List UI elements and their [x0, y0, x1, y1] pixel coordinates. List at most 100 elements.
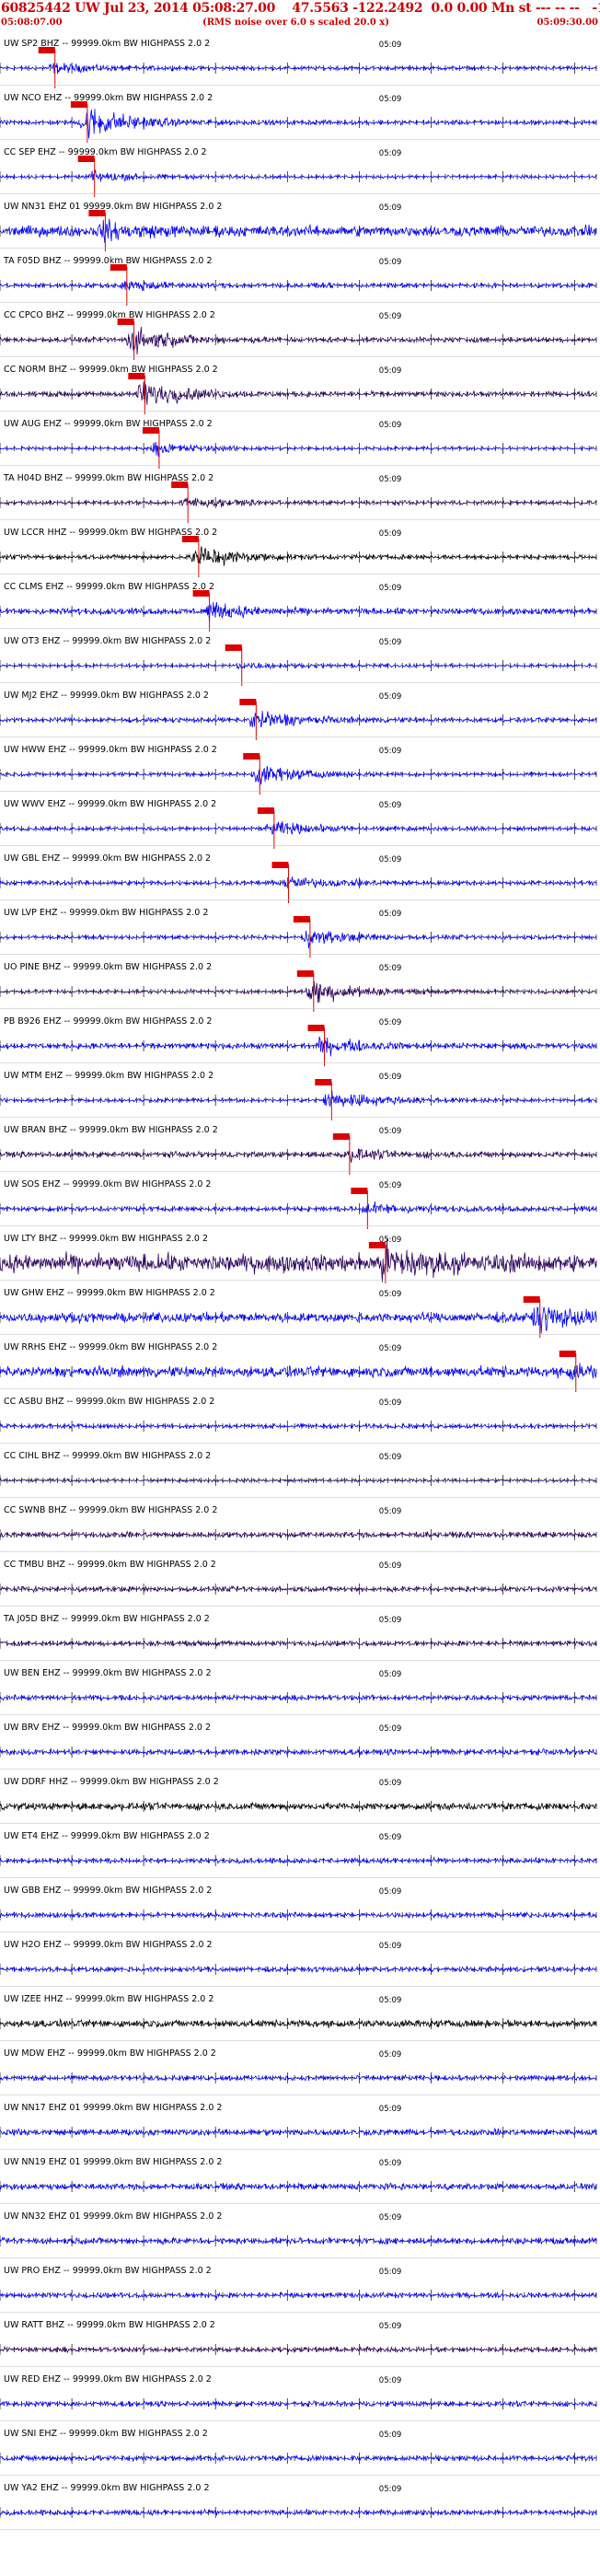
trace-label: CC SEP EHZ -- 99999.0km BW HIGHPASS 2.0 …: [4, 147, 207, 157]
trace-row: UW LTY BHZ -- 99999.0km BW HIGHPASS 2.0 …: [0, 1234, 600, 1283]
minute-label: 05:09: [379, 747, 402, 756]
trace-label: UW DDRF HHZ -- 99999.0km BW HIGHPASS 2.0…: [4, 1777, 219, 1787]
trace-row: TA F05D BHZ -- 99999.0km BW HIGHPASS 2.0…: [0, 256, 600, 306]
trace-row: UW NN31 EHZ 01 99999.0km BW HIGHPASS 2.0…: [0, 202, 600, 251]
waveform: [0, 1201, 597, 1214]
waveform: [0, 281, 597, 292]
waveform: [0, 2236, 597, 2246]
minute-label: 05:09: [379, 1833, 402, 1842]
pick-marker: [257, 807, 274, 814]
waveform: [0, 1036, 597, 1057]
minute-label: 05:09: [379, 801, 402, 810]
minute-label: 05:09: [379, 855, 402, 864]
trace-row: CC SEP EHZ -- 99999.0km BW HIGHPASS 2.0 …: [0, 147, 600, 197]
trace-row: CC ASBU BHZ -- 99999.0km BW HIGHPASS 2.0…: [0, 1397, 600, 1444]
trace-label: CC NORM BHZ -- 99999.0km BW HIGHPASS 2.0…: [4, 365, 218, 375]
minute-label: 05:09: [379, 1290, 402, 1299]
pick-marker: [225, 644, 242, 651]
trace-label: UW LVP EHZ -- 99999.0km BW HIGHPASS 2.0 …: [4, 908, 208, 918]
trace-row: UW BEN EHZ -- 99999.0km BW HIGHPASS 2.0 …: [0, 1668, 600, 1715]
trace-row: UW BRV EHZ -- 99999.0km BW HIGHPASS 2.0 …: [0, 1723, 600, 1770]
trace-label: UW AUG EHZ -- 99999.0km BW HIGHPASS 2.0 …: [4, 419, 213, 429]
trace-label: UW GHW EHZ -- 99999.0km BW HIGHPASS 2.0 …: [4, 1288, 215, 1298]
minute-label: 05:09: [379, 964, 402, 973]
waveform: [0, 2017, 597, 2028]
trace-label: UW RRHS EHZ -- 99999.0km BW HIGHPASS 2.0…: [4, 1342, 217, 1352]
pick-marker: [38, 47, 55, 53]
waveform: [0, 2182, 597, 2192]
minute-label: 05:09: [379, 638, 402, 647]
trace-label: UW YA2 EHZ -- 99999.0km BW HIGHPASS 2.0 …: [4, 2483, 210, 2493]
minute-label: 05:09: [379, 2213, 402, 2222]
minute-label: 05:09: [379, 1996, 402, 2005]
pick-marker: [293, 916, 310, 922]
trace-row: UW LCCR HHZ -- 99999.0km BW HIGHPASS 2.0…: [0, 528, 600, 577]
waveform: [0, 496, 597, 508]
minute-label: 05:09: [379, 2322, 402, 2331]
minute-label: 05:09: [379, 1018, 402, 1027]
minute-label: 05:09: [379, 1344, 402, 1353]
trace-row: UW DDRF HHZ -- 99999.0km BW HIGHPASS 2.0…: [0, 1777, 600, 1824]
minute-label: 05:09: [379, 2050, 402, 2060]
trace-label: UW MDW EHZ -- 99999.0km BW HIGHPASS 2.0 …: [4, 2048, 216, 2059]
waveform: [0, 1090, 597, 1108]
trace-row: CC TMBU BHZ -- 99999.0km BW HIGHPASS 2.0…: [0, 1560, 600, 1607]
waveform: [0, 601, 597, 622]
waveform: [0, 109, 597, 139]
pick-marker: [181, 536, 199, 542]
trace-label: UW BRV EHZ -- 99999.0km BW HIGHPASS 2.0 …: [4, 1723, 211, 1733]
trace-label: UW BEN EHZ -- 99999.0km BW HIGHPASS 2.0 …: [4, 1668, 212, 1678]
trace-row: UW SNI EHZ -- 99999.0km BW HIGHPASS 2.0 …: [0, 2429, 600, 2476]
trace-row: PB B926 EHZ -- 99999.0km BW HIGHPASS 2.0…: [0, 1016, 600, 1066]
minute-label: 05:09: [379, 95, 402, 104]
pick-marker: [523, 1296, 540, 1303]
minute-label: 05:09: [379, 421, 402, 430]
minute-label: 05:09: [379, 2376, 402, 2385]
trace-row: UW OT3 EHZ -- 99999.0km BW HIGHPASS 2.0 …: [0, 636, 600, 686]
waveform: [0, 381, 597, 405]
time-ticks: [0, 714, 597, 725]
trace-row: UW LVP EHZ -- 99999.0km BW HIGHPASS 2.0 …: [0, 908, 600, 957]
trace-row: CC SWNB BHZ -- 99999.0km BW HIGHPASS 2.0…: [0, 1505, 600, 1552]
trace-label: CC CPCO BHZ -- 99999.0km BW HIGHPASS 2.0…: [4, 310, 215, 320]
minute-label: 05:09: [379, 2159, 402, 2168]
pick-marker: [296, 970, 314, 977]
trace-row: UW NN19 EHZ 01 99999.0km BW HIGHPASS 2.0…: [0, 2157, 600, 2204]
minute-label: 05:09: [379, 1398, 402, 1408]
time-ticks: [0, 2507, 597, 2518]
waveform: [0, 1747, 597, 1757]
trace-label: UW SP2 BHZ -- 99999.0km BW HIGHPASS 2.0 …: [4, 39, 210, 49]
trace-label: UW MJ2 EHZ -- 99999.0km BW HIGHPASS 2.0 …: [4, 690, 209, 701]
waveform: [0, 2127, 597, 2137]
trace-row: CC CLMS EHZ -- 99999.0km BW HIGHPASS 2.0…: [0, 582, 600, 632]
minute-label: 05:09: [379, 1181, 402, 1190]
waveform: [0, 981, 597, 1004]
trace-label: UW GBL EHZ -- 99999.0km BW HIGHPASS 2.0 …: [4, 853, 211, 864]
pick-marker: [271, 862, 289, 868]
trace-row: UO PINE BHZ -- 99999.0km BW HIGHPASS 2.0…: [0, 962, 600, 1012]
minute-label: 05:09: [379, 1507, 402, 1516]
pick-marker: [559, 1351, 576, 1357]
minute-label: 05:09: [379, 910, 402, 919]
trace-label: UW OT3 EHZ -- 99999.0km BW HIGHPASS 2.0 …: [4, 636, 211, 646]
trace-row: UW MDW EHZ -- 99999.0km BW HIGHPASS 2.0 …: [0, 2048, 600, 2095]
trace-row: UW RED EHZ -- 99999.0km BW HIGHPASS 2.0 …: [0, 2374, 600, 2421]
trace-row: UW H2O EHZ -- 99999.0km BW HIGHPASS 2.0 …: [0, 1940, 600, 1987]
waveform: [0, 1693, 597, 1702]
minute-label: 05:09: [379, 258, 402, 267]
minute-label: 05:09: [379, 475, 402, 484]
pick-marker: [117, 319, 134, 325]
trace-row: UW RRHS EHZ -- 99999.0km BW HIGHPASS 2.0…: [0, 1342, 600, 1392]
waveform: [0, 442, 597, 458]
minute-label: 05:09: [379, 1127, 402, 1136]
pick-marker: [307, 1025, 325, 1031]
time-ticks: [0, 551, 597, 563]
trace-label: UW BRAN BHZ -- 99999.0km BW HIGHPASS 2.0…: [4, 1125, 218, 1135]
trace-label: TA J05D BHZ -- 99999.0km BW HIGHPASS 2.0…: [3, 1614, 210, 1624]
seismogram-plot: UW SP2 BHZ -- 99999.0km BW HIGHPASS 2.0 …: [0, 39, 600, 2530]
start-time-label: 05:08:07.00: [1, 17, 63, 28]
waveform: [0, 662, 597, 670]
trace-row: TA H04D BHZ -- 99999.0km BW HIGHPASS 2.0…: [0, 473, 600, 523]
trace-row: UW MTM EHZ -- 99999.0km BW HIGHPASS 2.0 …: [0, 1071, 600, 1120]
trace-row: CC CPCO BHZ -- 99999.0km BW HIGHPASS 2.0…: [0, 310, 600, 360]
